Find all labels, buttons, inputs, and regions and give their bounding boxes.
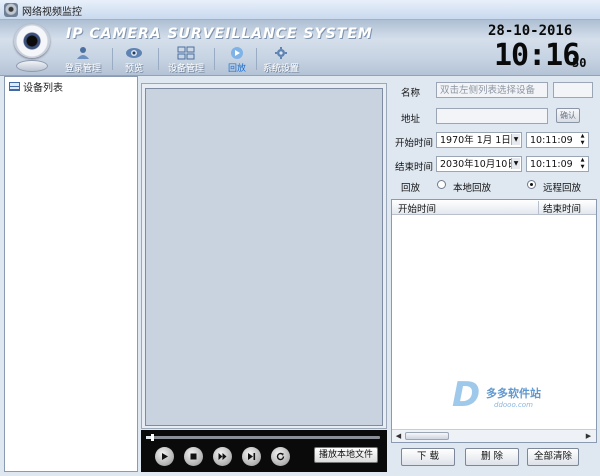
nav-divider bbox=[256, 48, 257, 70]
device-name-field[interactable]: 双击左侧列表选择设备 bbox=[436, 82, 548, 98]
seek-bar[interactable] bbox=[146, 434, 380, 441]
spinner-arrows-icon[interactable]: ▲ ▼ bbox=[578, 157, 587, 171]
tree-root-device-list[interactable]: 设备列表 bbox=[9, 79, 63, 94]
app-webcam-icon bbox=[4, 3, 18, 17]
stop-icon bbox=[190, 453, 197, 460]
webcam-logo-icon bbox=[10, 24, 54, 74]
step-forward-icon bbox=[248, 453, 256, 460]
watermark-logo: D 多多软件站 ddooo.com bbox=[452, 375, 576, 419]
playback-mode-label: 回放 bbox=[401, 183, 421, 194]
playback-form: 名称 双击左侧列表选择设备 地址 确认 开始时间 1970年 1月 1日 ▼ 1… bbox=[389, 80, 597, 196]
list-grid-icon bbox=[9, 81, 20, 91]
user-icon bbox=[77, 47, 89, 59]
nav-login-management[interactable]: 登录管理 bbox=[60, 46, 106, 74]
start-time-value: 10:11:09 bbox=[530, 135, 573, 146]
dropdown-arrow-icon[interactable]: ▼ bbox=[511, 134, 520, 145]
camera-eye-icon bbox=[126, 48, 142, 58]
start-time-label: 开始时间 bbox=[395, 138, 434, 149]
download-button[interactable]: 下 载 bbox=[401, 448, 455, 466]
horizontal-scrollbar[interactable]: ◀ ▶ bbox=[392, 429, 596, 442]
watermark-text: 多多软件站 bbox=[486, 387, 541, 400]
dropdown-arrow-icon[interactable]: ▼ bbox=[511, 158, 520, 169]
scroll-right-icon[interactable]: ▶ bbox=[583, 431, 594, 441]
nav-label: 系统设置 bbox=[262, 64, 299, 74]
fast-forward-button[interactable] bbox=[213, 447, 232, 466]
device-extra-field[interactable] bbox=[553, 82, 593, 98]
nav-label: 设备管理 bbox=[167, 64, 204, 74]
address-label: 地址 bbox=[401, 114, 421, 125]
name-label: 名称 bbox=[401, 88, 421, 99]
gear-icon bbox=[275, 47, 287, 59]
end-date-picker[interactable]: 2030年10月10日 ▼ bbox=[436, 156, 522, 172]
confirm-button[interactable]: 确认 bbox=[556, 108, 580, 123]
start-time-spinner[interactable]: 10:11:09 ▲ ▼ bbox=[526, 132, 589, 148]
column-divider[interactable] bbox=[538, 201, 539, 214]
scroll-left-icon[interactable]: ◀ bbox=[393, 431, 404, 441]
local-playback-radio[interactable] bbox=[437, 180, 446, 189]
play-icon bbox=[162, 453, 168, 460]
nav-system-settings[interactable]: 系统设置 bbox=[260, 46, 302, 74]
step-forward-button[interactable] bbox=[242, 447, 261, 466]
end-date-value: 2030年10月10日 bbox=[440, 159, 517, 170]
clock-time: 10:16 bbox=[494, 38, 580, 73]
scroll-thumb[interactable] bbox=[405, 432, 449, 440]
header-banner: IP CAMERA SURVEILLANCE SYSTEM 登录管理 预览 设备… bbox=[0, 20, 600, 76]
column-header-start[interactable]: 开始时间 bbox=[398, 201, 436, 215]
end-time-value: 10:11:09 bbox=[530, 159, 573, 170]
start-date-picker[interactable]: 1970年 1月 1日 ▼ bbox=[436, 132, 522, 148]
delete-button[interactable]: 删 除 bbox=[465, 448, 519, 466]
stop-button[interactable] bbox=[184, 447, 203, 466]
watermark-d-icon: D bbox=[452, 375, 481, 415]
play-local-file-button[interactable]: 播放本地文件 bbox=[314, 447, 378, 463]
end-time-spinner[interactable]: 10:11:09 ▲ ▼ bbox=[526, 156, 589, 172]
nav-preview[interactable]: 预览 bbox=[118, 46, 150, 74]
device-tree[interactable]: 设备列表 bbox=[4, 76, 138, 472]
video-frame bbox=[141, 83, 387, 429]
tree-root-label: 设备列表 bbox=[23, 82, 63, 94]
nav-label: 回放 bbox=[227, 64, 246, 74]
seek-thumb[interactable] bbox=[150, 434, 154, 441]
table-header: 开始时间 结束时间 bbox=[392, 200, 596, 215]
player-controls: 播放本地文件 bbox=[141, 430, 387, 472]
remote-playback-label: 远程回放 bbox=[543, 183, 582, 194]
fast-forward-icon bbox=[218, 453, 227, 460]
play-button[interactable] bbox=[155, 447, 174, 466]
clear-all-button[interactable]: 全部清除 bbox=[527, 448, 579, 466]
playback-icon bbox=[231, 47, 243, 59]
watermark-subtext: ddooo.com bbox=[494, 401, 533, 409]
nav-playback[interactable]: 回放 bbox=[222, 46, 252, 74]
spinner-arrows-icon[interactable]: ▲ ▼ bbox=[578, 133, 587, 147]
nav-label: 登录管理 bbox=[64, 64, 101, 74]
nav-device-management[interactable]: 设备管理 bbox=[164, 46, 208, 74]
nav-divider bbox=[112, 48, 113, 70]
start-date-value: 1970年 1月 1日 bbox=[440, 135, 511, 146]
column-header-end[interactable]: 结束时间 bbox=[543, 201, 581, 215]
local-playback-label: 本地回放 bbox=[453, 183, 492, 194]
nav-label: 预览 bbox=[124, 64, 143, 74]
remote-playback-radio[interactable] bbox=[527, 180, 536, 189]
nav-divider bbox=[214, 48, 215, 70]
clock-date: 28-10-2016 bbox=[488, 23, 573, 39]
refresh-button[interactable] bbox=[271, 447, 290, 466]
nav-divider bbox=[158, 48, 159, 70]
video-display[interactable] bbox=[145, 88, 383, 426]
devices-icon bbox=[177, 46, 195, 60]
end-time-label: 结束时间 bbox=[395, 162, 434, 173]
clock-seconds: 50 bbox=[572, 56, 587, 70]
address-field[interactable] bbox=[436, 108, 548, 124]
window-title: 网络视频监控 bbox=[22, 7, 82, 18]
refresh-icon bbox=[276, 452, 285, 461]
brand-title: IP CAMERA SURVEILLANCE SYSTEM bbox=[66, 26, 373, 42]
title-bar: 网络视频监控 bbox=[0, 0, 600, 20]
